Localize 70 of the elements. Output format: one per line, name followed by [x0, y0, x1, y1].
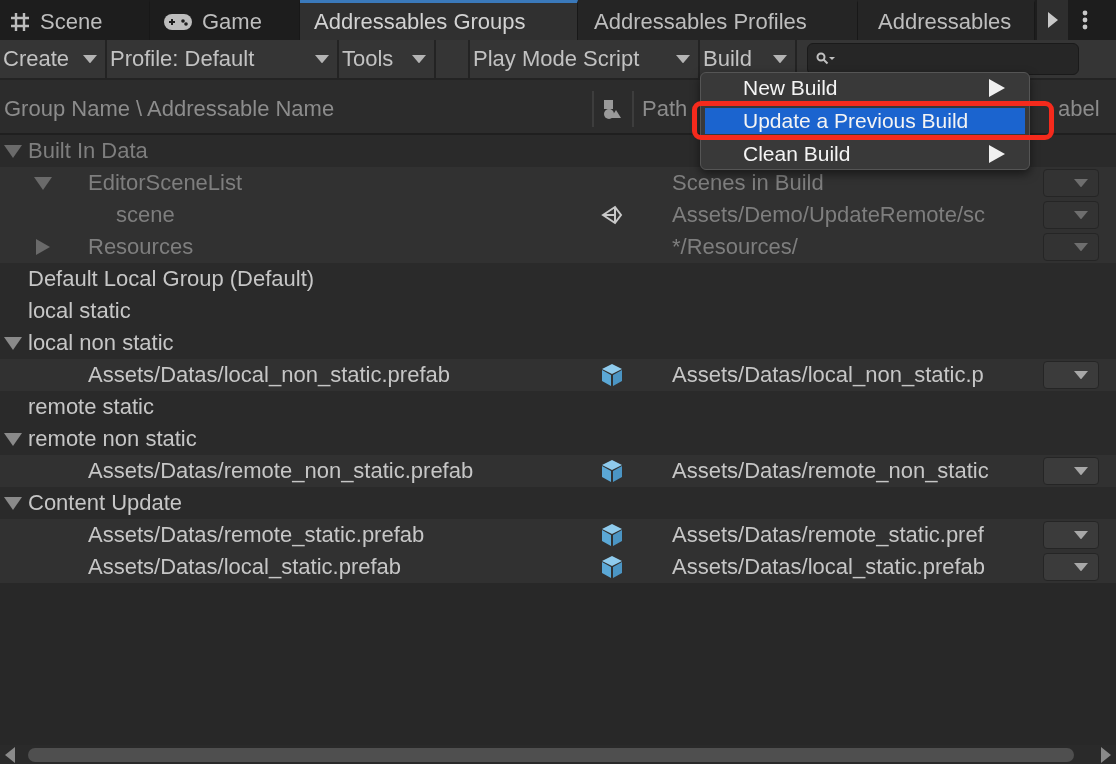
group-name[interactable]: remote non static: [28, 426, 197, 452]
group-name[interactable]: Content Update: [28, 490, 183, 516]
toolbar-dropdown[interactable]: Create: [0, 40, 107, 78]
scrollbar-thumb[interactable]: [28, 747, 1074, 762]
asset-name[interactable]: Assets/Datas/local_non_static.prefab: [88, 362, 450, 388]
labels-dropdown[interactable]: [1043, 233, 1099, 261]
asset-path: Assets/Datas/remote_non_static: [672, 458, 989, 483]
labels-dropdown[interactable]: [1043, 553, 1099, 581]
caret-icon: [1074, 530, 1088, 540]
cube-icon: [601, 363, 623, 387]
submenu-arrow-icon: [989, 145, 1005, 163]
search-icon: [816, 52, 836, 66]
toolbar-dropdown[interactable]: Tools: [339, 40, 436, 78]
labels-dropdown[interactable]: [1043, 201, 1099, 229]
cube-icon: [601, 555, 623, 579]
group-name[interactable]: local static: [28, 298, 131, 324]
caret-icon: [773, 54, 787, 64]
column-header[interactable]: Group Name \ Addressable Name: [4, 96, 335, 122]
caret-icon: [412, 54, 426, 64]
more-options-icon[interactable]: [1082, 10, 1088, 30]
submenu-arrow-icon: [989, 79, 1005, 97]
grid-icon: [10, 11, 30, 32]
expanded-arrow-icon[interactable]: [4, 431, 22, 447]
group-name[interactable]: remote static: [28, 394, 154, 420]
scroll-tabs-button[interactable]: [1037, 0, 1068, 40]
asset-name[interactable]: Assets/Datas/remote_static.prefab: [88, 522, 425, 548]
labels-dropdown[interactable]: [1043, 457, 1099, 485]
group-name[interactable]: Default Local Group (Default): [28, 266, 315, 292]
search-field[interactable]: [807, 43, 1079, 75]
caret-icon: [1074, 562, 1088, 572]
cube-icon: [601, 459, 623, 483]
toolbar-dropdown[interactable]: Play Mode Script: [470, 40, 700, 78]
editor-tab[interactable]: Addressables Profiles: [578, 0, 858, 40]
asset-path: Assets/Datas/remote_static.pref: [672, 522, 984, 547]
asset-path: Assets/Datas/local_static.prefab: [672, 554, 986, 579]
scroll-left-icon[interactable]: [4, 746, 16, 763]
scroll-right-icon[interactable]: [1100, 746, 1112, 763]
caret-icon: [1074, 466, 1088, 476]
labels-dropdown[interactable]: [1043, 169, 1099, 197]
caret-icon: [1074, 178, 1088, 188]
asset-name[interactable]: Assets/Datas/local_static.prefab: [88, 554, 402, 580]
cube-icon: [601, 523, 623, 547]
labels-dropdown[interactable]: [1043, 361, 1099, 389]
gamepad-icon: [164, 12, 192, 31]
menu-item[interactable]: Clean Build: [705, 141, 1025, 167]
asset-path: Assets/Datas/local_non_static.p: [672, 362, 984, 387]
expanded-arrow-icon[interactable]: [4, 495, 22, 511]
caret-icon: [315, 54, 329, 64]
editor-tab[interactable]: Addressables: [858, 0, 1035, 40]
editor-tab[interactable]: Addressables Groups: [300, 0, 578, 40]
caret-icon: [1074, 242, 1088, 252]
labels-dropdown[interactable]: [1043, 521, 1099, 549]
caret-icon: [1074, 210, 1088, 220]
toolbar-dropdown[interactable]: Profile: Default: [107, 40, 339, 78]
asset-name[interactable]: Assets/Datas/remote_non_static.prefab: [88, 458, 474, 484]
asset-path: Assets/Demo/UpdateRemote/sc: [672, 202, 986, 227]
menu-item[interactable]: New Build: [705, 75, 1025, 101]
menu-item[interactable]: Update a Previous Build: [705, 108, 1025, 134]
right-arrow-icon: [1046, 12, 1059, 28]
asset-path: Scenes in Build: [672, 170, 824, 195]
triangle-outline-icon: [601, 205, 623, 225]
expanded-arrow-icon[interactable]: [4, 335, 22, 351]
shapes-icon[interactable]: [602, 98, 622, 120]
caret-icon: [83, 54, 97, 64]
caret-icon: [676, 54, 690, 64]
asset-path: */Resources/: [672, 234, 798, 259]
column-header[interactable]: abel: [1058, 96, 1100, 122]
caret-icon: [1074, 370, 1088, 380]
group-name[interactable]: local non static: [28, 330, 174, 356]
column-header[interactable]: Path: [642, 96, 688, 122]
